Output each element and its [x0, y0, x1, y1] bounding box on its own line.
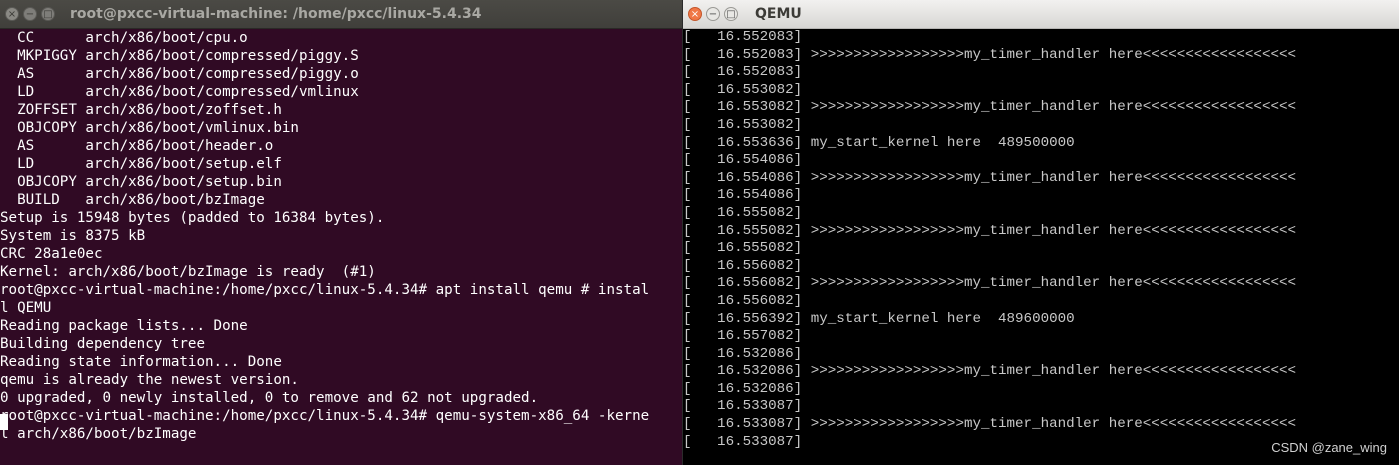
minimize-icon[interactable]: −	[706, 7, 720, 21]
watermark: CSDN @zane_wing	[1271, 440, 1387, 455]
terminal-line: OBJCOPY arch/x86/boot/setup.bin	[0, 174, 282, 190]
terminal-line: Reading state information... Done	[0, 354, 282, 370]
qemu-console-line: [ 16.554086] >>>>>>>>>>>>>>>>>>my_timer_…	[683, 169, 1296, 186]
qemu-console[interactable]: [ 16.552083][ 16.552083] >>>>>>>>>>>>>>>…	[683, 29, 1399, 465]
qemu-console-line: [ 16.532086] >>>>>>>>>>>>>>>>>>my_timer_…	[683, 363, 1296, 380]
qemu-console-line: [ 16.557082]	[683, 328, 803, 345]
terminal-line: 0 upgraded, 0 newly installed, 0 to remo…	[0, 390, 539, 406]
qemu-console-line: [ 16.555082]	[683, 240, 803, 257]
terminal-line: Setup is 15948 bytes (padded to 16384 by…	[0, 210, 385, 226]
qemu-console-line: [ 16.556082]	[683, 292, 803, 309]
qemu-console-line: [ 16.532086]	[683, 380, 803, 397]
qemu-console-line: [ 16.533087]	[683, 398, 803, 415]
qemu-console-line: [ 16.553636] my_start_kernel here 489500…	[683, 134, 1075, 151]
terminal-title: root@pxcc-virtual-machine: /home/pxcc/li…	[70, 6, 482, 22]
terminal-output[interactable]: CC arch/x86/boot/cpu.o MKPIGGY arch/x86/…	[0, 29, 682, 465]
terminal-line: root@pxcc-virtual-machine:/home/pxcc/lin…	[0, 408, 650, 424]
terminal-line: qemu is already the newest version.	[0, 372, 299, 388]
terminal-line: Building dependency tree	[0, 336, 205, 352]
terminal-line: AS arch/x86/boot/header.o	[0, 138, 274, 154]
terminal-line: CRC 28a1e0ec	[0, 246, 103, 262]
terminal-line: AS arch/x86/boot/compressed/piggy.o	[0, 66, 359, 82]
qemu-console-line: [ 16.556082]	[683, 257, 803, 274]
terminal-line: OBJCOPY arch/x86/boot/vmlinux.bin	[0, 120, 299, 136]
qemu-console-line: [ 16.554086]	[683, 187, 803, 204]
qemu-titlebar[interactable]: × − □ QEMU	[683, 0, 1399, 29]
qemu-console-line: [ 16.556082] >>>>>>>>>>>>>>>>>>my_timer_…	[683, 275, 1296, 292]
terminal-cursor	[0, 414, 8, 430]
qemu-console-line: [ 16.553082]	[683, 116, 803, 133]
terminal-line: l QEMU	[0, 300, 52, 316]
qemu-console-line: [ 16.552083]	[683, 64, 803, 81]
terminal-titlebar[interactable]: × − □ root@pxcc-virtual-machine: /home/p…	[0, 0, 682, 29]
terminal-line: System is 8375 kB	[0, 228, 146, 244]
maximize-icon[interactable]: □	[41, 7, 55, 21]
terminal-line: CC arch/x86/boot/cpu.o	[0, 30, 248, 46]
qemu-console-line: [ 16.556392] my_start_kernel here 489600…	[683, 310, 1075, 327]
close-icon[interactable]: ×	[5, 7, 19, 21]
qemu-console-line: [ 16.532086]	[683, 345, 803, 362]
qemu-console-line: [ 16.555082] >>>>>>>>>>>>>>>>>>my_timer_…	[683, 222, 1296, 239]
terminal-line: Reading package lists... Done	[0, 318, 248, 334]
terminal-line: ZOFFSET arch/x86/boot/zoffset.h	[0, 102, 282, 118]
terminal-line: BUILD arch/x86/boot/bzImage	[0, 192, 265, 208]
qemu-window[interactable]: × − □ QEMU [ 16.552083][ 16.552083] >>>>…	[683, 0, 1399, 465]
qemu-console-line: [ 16.533087] >>>>>>>>>>>>>>>>>>my_timer_…	[683, 416, 1296, 433]
terminal-line: MKPIGGY arch/x86/boot/compressed/piggy.S	[0, 48, 359, 64]
qemu-title: QEMU	[755, 6, 802, 22]
maximize-icon[interactable]: □	[724, 7, 738, 21]
terminal-window-controls: × − □	[5, 7, 55, 21]
minimize-icon[interactable]: −	[23, 7, 37, 21]
terminal-line: l arch/x86/boot/bzImage	[0, 426, 197, 442]
terminal-window[interactable]: × − □ root@pxcc-virtual-machine: /home/p…	[0, 0, 682, 465]
qemu-console-line: [ 16.552083]	[683, 29, 803, 45]
qemu-console-line: [ 16.552083] >>>>>>>>>>>>>>>>>>my_timer_…	[683, 46, 1296, 63]
qemu-console-line: [ 16.553082] >>>>>>>>>>>>>>>>>>my_timer_…	[683, 99, 1296, 116]
qemu-window-controls: × − □	[688, 7, 738, 21]
terminal-line: LD arch/x86/boot/compressed/vmlinux	[0, 84, 359, 100]
qemu-console-line: [ 16.555082]	[683, 204, 803, 221]
qemu-console-line: [ 16.553082]	[683, 81, 803, 98]
terminal-line: LD arch/x86/boot/setup.elf	[0, 156, 282, 172]
close-icon[interactable]: ×	[688, 7, 702, 21]
terminal-line: Kernel: arch/x86/boot/bzImage is ready (…	[0, 264, 376, 280]
qemu-console-line: [ 16.554086]	[683, 152, 803, 169]
terminal-line: root@pxcc-virtual-machine:/home/pxcc/lin…	[0, 282, 650, 298]
